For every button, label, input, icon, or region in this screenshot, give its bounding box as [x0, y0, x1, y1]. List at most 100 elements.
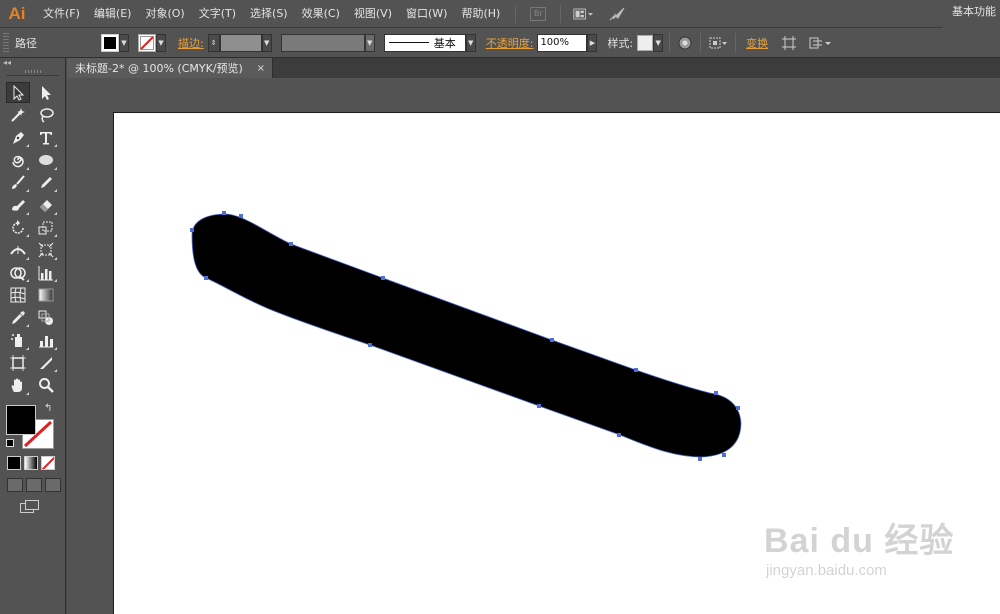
spiral-tool-icon[interactable]: [6, 150, 30, 171]
opacity-input[interactable]: 100%: [537, 33, 588, 52]
draw-behind-icon[interactable]: [26, 478, 42, 492]
close-tab-icon[interactable]: ×: [257, 63, 265, 74]
mesh-tool-icon[interactable]: [6, 285, 30, 306]
brush-definition-label: 基本: [433, 36, 456, 50]
anchor-point[interactable]: [537, 404, 541, 408]
gradient-tool-icon[interactable]: [34, 285, 58, 306]
magic-wand-tool-icon[interactable]: [6, 105, 30, 126]
width-tool-icon[interactable]: [6, 240, 30, 261]
color-mode-icon[interactable]: [7, 456, 21, 470]
anchor-point[interactable]: [368, 343, 372, 347]
menu-item[interactable]: 效果(C): [295, 0, 347, 28]
stroke-color-swatch[interactable]: [138, 33, 156, 52]
paintbrush-tool-icon[interactable]: [6, 172, 30, 193]
opacity-panel-link[interactable]: 不透明度:: [486, 35, 534, 51]
anchor-point[interactable]: [714, 391, 718, 395]
rotate-tool-icon[interactable]: [6, 217, 30, 238]
pencil-tool-icon[interactable]: [34, 172, 58, 193]
menu-item[interactable]: 对象(O): [138, 0, 191, 28]
stroke-weight-input[interactable]: [219, 33, 262, 52]
variable-width-dropdown-icon[interactable]: ▼: [364, 33, 375, 52]
anchor-point[interactable]: [289, 242, 293, 246]
shape-builder-tool-icon[interactable]: [6, 262, 30, 283]
recolor-artwork-icon[interactable]: [676, 34, 694, 52]
graph-tool-icon[interactable]: [34, 262, 58, 283]
scale-tool-icon[interactable]: [34, 217, 58, 238]
tools-collapse-icon[interactable]: ◂◂: [0, 58, 65, 68]
brush-dropdown-icon[interactable]: ▼: [465, 33, 476, 52]
variable-width-profile[interactable]: [280, 33, 365, 52]
tool-row: [0, 285, 65, 308]
screen-mode-icon[interactable]: [20, 500, 42, 514]
tool-row: [0, 262, 65, 285]
slice-tool-icon[interactable]: [34, 352, 58, 373]
direct-selection-tool-icon[interactable]: [34, 82, 58, 103]
fill-color-swatch[interactable]: [101, 33, 119, 52]
stroke-weight-stepper[interactable]: ⇕: [207, 33, 220, 52]
stroke-dropdown-icon[interactable]: ▼: [156, 33, 166, 52]
default-fill-stroke-icon[interactable]: [6, 439, 14, 447]
lasso-tool-icon[interactable]: [34, 105, 58, 126]
eyedropper-tool-icon[interactable]: [6, 307, 30, 328]
anchor-point[interactable]: [698, 457, 702, 461]
hand-tool-icon[interactable]: [6, 375, 30, 396]
menu-item[interactable]: 编辑(E): [87, 0, 139, 28]
transform-panel-link[interactable]: 变换: [746, 35, 768, 51]
menu-item[interactable]: 窗口(W): [399, 0, 454, 28]
draw-inside-icon[interactable]: [45, 478, 61, 492]
panel-grip[interactable]: [3, 32, 9, 53]
stroke-panel-link[interactable]: 描边:: [178, 35, 204, 51]
pen-tool-icon[interactable]: [6, 127, 30, 148]
zoom-tool-icon[interactable]: [34, 375, 58, 396]
opacity-dropdown-icon[interactable]: ▶: [587, 33, 598, 52]
anchor-point[interactable]: [381, 276, 385, 280]
workspace-switcher[interactable]: 基本功能: [942, 0, 1000, 28]
ellipse-tool-icon[interactable]: [34, 150, 58, 171]
anchor-point[interactable]: [190, 228, 194, 232]
arrange-documents-icon[interactable]: [573, 5, 594, 23]
artboard[interactable]: Bai du 经验 jingyan.baidu.com: [113, 112, 1000, 614]
anchor-point[interactable]: [550, 338, 554, 342]
symbol-sprayer-tool-icon[interactable]: [6, 330, 30, 351]
anchor-point[interactable]: [736, 406, 740, 410]
free-transform-tool-icon[interactable]: [34, 240, 58, 261]
fill-dropdown-icon[interactable]: ▼: [119, 33, 129, 52]
gpu-performance-icon[interactable]: [607, 5, 627, 23]
gradient-mode-icon[interactable]: [24, 456, 38, 470]
fill-swatch[interactable]: [6, 405, 36, 435]
none-mode-icon[interactable]: [41, 456, 55, 470]
anchor-point[interactable]: [239, 214, 243, 218]
stroke-weight-dropdown-icon[interactable]: ▼: [261, 33, 272, 52]
selection-tool-icon[interactable]: [6, 82, 30, 103]
align-to-icon[interactable]: [707, 34, 729, 52]
anchor-point[interactable]: [634, 368, 638, 372]
bridge-icon[interactable]: Br: [528, 5, 548, 23]
brush-definition[interactable]: 基本: [383, 33, 466, 52]
anchor-point[interactable]: [204, 276, 208, 280]
menu-item[interactable]: 文件(F): [36, 0, 87, 28]
menu-item[interactable]: 帮助(H): [454, 0, 507, 28]
brush-stroke-preview: [388, 42, 429, 43]
swap-fill-stroke-icon[interactable]: ↰: [44, 403, 52, 414]
graphic-style-dropdown-icon[interactable]: ▼: [653, 33, 664, 52]
canvas-area[interactable]: Bai du 经验 jingyan.baidu.com: [67, 78, 1000, 614]
document-setup-icon[interactable]: [806, 34, 834, 52]
type-tool-icon[interactable]: [34, 127, 58, 148]
eraser-tool-icon[interactable]: [34, 195, 58, 216]
artboard-tool-icon[interactable]: [6, 352, 30, 373]
menu-item[interactable]: 视图(V): [347, 0, 399, 28]
blend-tool-icon[interactable]: [34, 307, 58, 328]
document-tab[interactable]: 未标题-2* @ 100% (CMYK/预览) ×: [67, 58, 273, 78]
menu-item[interactable]: 文字(T): [192, 0, 243, 28]
anchor-point[interactable]: [617, 433, 621, 437]
brush-stroke-path[interactable]: [191, 213, 742, 458]
graphic-style-swatch[interactable]: [637, 34, 654, 51]
anchor-point[interactable]: [722, 453, 726, 457]
blob-brush-tool-icon[interactable]: [6, 195, 30, 216]
menu-item[interactable]: 选择(S): [243, 0, 295, 28]
tools-grip[interactable]: [6, 68, 59, 76]
draw-normal-icon[interactable]: [7, 478, 23, 492]
column-graph-tool-icon[interactable]: [34, 330, 58, 351]
isolate-group-icon[interactable]: [778, 34, 800, 52]
anchor-point[interactable]: [222, 211, 226, 215]
